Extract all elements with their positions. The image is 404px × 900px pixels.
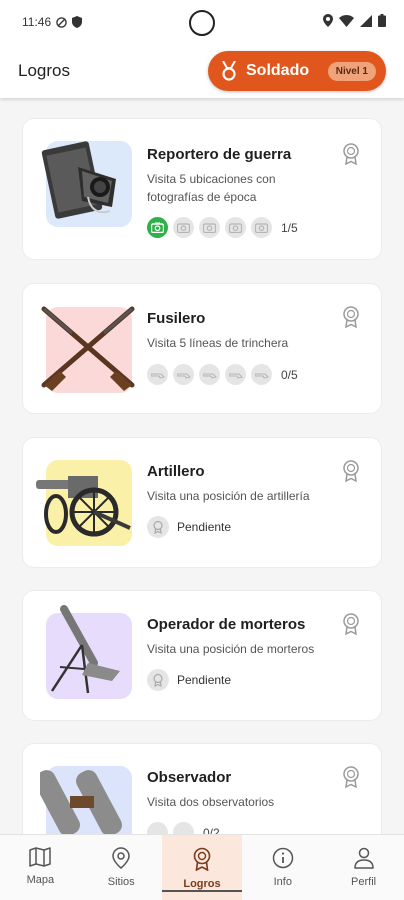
progress-count: 1/5 bbox=[281, 220, 298, 235]
rifle-icon bbox=[147, 364, 168, 385]
achievement-medal-icon bbox=[343, 460, 359, 483]
rifle-icon bbox=[173, 364, 194, 385]
achievement-description: Visita 5 líneas de trinchera bbox=[147, 336, 289, 350]
location-icon bbox=[323, 14, 333, 27]
nav-label: Mapa bbox=[26, 874, 55, 886]
pending-row: Pendiente bbox=[147, 516, 231, 538]
camera-icon bbox=[251, 217, 272, 238]
nav-item-sitios[interactable]: Sitios bbox=[81, 835, 162, 900]
achievement-title: Observador bbox=[147, 769, 232, 786]
camera-icon bbox=[225, 217, 246, 238]
progress-row: 1/5 bbox=[147, 217, 298, 238]
achievement-card-fusilero[interactable]: Fusilero Visita 5 líneas de trinchera 0/… bbox=[22, 283, 382, 414]
camera-icon bbox=[173, 217, 194, 238]
location-pin-icon bbox=[112, 847, 130, 869]
nav-item-perfil[interactable]: Perfil bbox=[323, 835, 404, 900]
person-icon bbox=[353, 847, 374, 869]
achievement-description: Visita una posición de morteros bbox=[147, 642, 315, 656]
crossed-rifles-illustration bbox=[41, 306, 135, 393]
do-not-disturb-icon bbox=[56, 16, 67, 28]
achievement-description: Visita 5 ubicaciones con fotografías de … bbox=[147, 172, 276, 204]
achievement-medal-icon bbox=[343, 143, 359, 166]
wifi-icon bbox=[339, 14, 354, 27]
progress-count: 0/5 bbox=[281, 367, 298, 382]
rifle-icon bbox=[199, 364, 220, 385]
status-time: 11:46 bbox=[22, 15, 52, 29]
pending-status: Pendiente bbox=[177, 673, 232, 687]
achievement-medal-icon bbox=[343, 613, 359, 636]
achievement-description: Visita dos observatorios bbox=[147, 795, 275, 809]
achievement-medal-icon bbox=[343, 766, 359, 789]
active-tab-indicator bbox=[161, 890, 243, 892]
nav-item-info[interactable]: Info bbox=[242, 835, 323, 900]
medal-icon bbox=[147, 516, 169, 538]
achievement-card-artillero[interactable]: Artillero Visita una posición de artille… bbox=[22, 437, 382, 568]
nav-item-mapa[interactable]: Mapa bbox=[0, 835, 81, 900]
achievement-card-reportero[interactable]: Reportero de guerra Visita 5 ubicaciones… bbox=[22, 118, 382, 260]
page-title: Logros bbox=[18, 61, 70, 80]
achievement-description: Visita una posición de artillería bbox=[147, 489, 310, 503]
rank-badge[interactable]: Soldado Nivel 1 bbox=[208, 51, 386, 91]
achievement-title: Artillero bbox=[147, 463, 205, 480]
camera-illustration bbox=[41, 141, 132, 227]
nav-label: Info bbox=[273, 876, 292, 888]
rifle-icon bbox=[225, 364, 246, 385]
medal-icon bbox=[222, 61, 236, 81]
achievement-card-morteros[interactable]: Operador de morteros Visita una posición… bbox=[22, 590, 382, 721]
nav-label: Perfil bbox=[351, 876, 377, 888]
shield-icon bbox=[72, 16, 83, 28]
rifle-icon bbox=[251, 364, 272, 385]
camera-icon bbox=[199, 217, 220, 238]
status-bar: 11:46 bbox=[0, 0, 404, 44]
achievement-title: Operador de morteros bbox=[147, 616, 306, 633]
achievement-title: Fusilero bbox=[147, 310, 206, 327]
pending-status: Pendiente bbox=[177, 520, 232, 534]
nav-label: Sitios bbox=[107, 876, 135, 888]
battery-icon bbox=[378, 14, 386, 27]
achievement-title: Reportero de guerra bbox=[147, 146, 292, 163]
info-icon bbox=[272, 847, 294, 869]
camera-cutout bbox=[189, 10, 215, 36]
camera-icon bbox=[147, 217, 168, 238]
rank-label: Soldado bbox=[246, 62, 310, 79]
nav-item-logros[interactable]: Logros bbox=[161, 835, 243, 900]
mortar-illustration bbox=[46, 605, 132, 699]
progress-row: 0/5 bbox=[147, 364, 298, 385]
map-icon bbox=[29, 847, 52, 867]
signal-icon bbox=[360, 14, 372, 27]
level-chip: Nivel 1 bbox=[327, 61, 376, 81]
bottom-nav: Mapa Sitios Logros Info Perfil bbox=[0, 834, 404, 900]
medal-icon bbox=[147, 669, 169, 691]
pending-row: Pendiente bbox=[147, 669, 231, 691]
achievement-medal-icon bbox=[343, 306, 359, 329]
app-header: Logros Soldado Nivel 1 bbox=[0, 44, 404, 98]
medal-icon bbox=[193, 847, 211, 871]
field-gun-illustration bbox=[36, 460, 132, 546]
nav-label: Logros bbox=[183, 878, 221, 890]
